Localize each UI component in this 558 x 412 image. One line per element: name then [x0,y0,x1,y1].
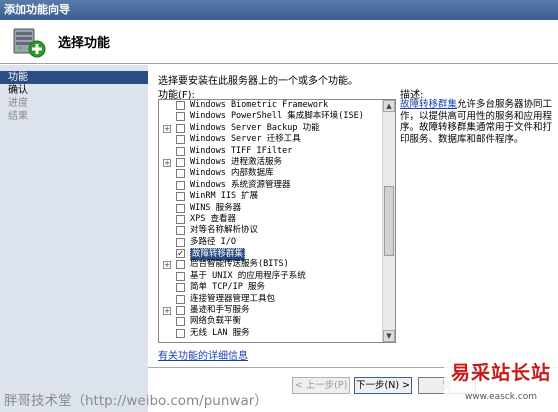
description-panel: 故障转移群集允许多台服务器协同工作，以提供高可用性的服务和应用程序。故障转移群集… [400,99,558,145]
feature-checkbox[interactable] [176,226,185,236]
next-button[interactable]: 下一步(N) > [354,377,412,394]
feature-label: Windows TIFF IFilter [190,145,293,156]
feature-row[interactable]: 多路径 I/O [159,237,383,248]
wizard-header: 选择功能 [0,20,558,64]
feature-checkbox[interactable] [176,260,185,270]
feature-checkbox[interactable]: ✓ [176,249,185,259]
feature-row[interactable]: 对等名称解析协议 [159,225,383,236]
feature-checkbox[interactable] [176,180,185,190]
step-features[interactable]: 功能 [0,71,148,84]
feature-checkbox[interactable] [176,271,185,281]
server-add-feature-icon [13,28,46,58]
feature-row[interactable]: + 墨迹和手写服务 [159,305,383,316]
feature-checkbox[interactable] [176,101,185,110]
feature-label: Windows 进程激活服务 [190,156,282,167]
feature-row[interactable]: + Windows 进程激活服务 [159,157,383,168]
step-results: 结果 [8,111,28,122]
feature-row[interactable]: Windows 内部数据库 [159,168,383,179]
scroll-thumb[interactable] [384,186,394,256]
feature-checkbox[interactable] [176,317,185,327]
feature-row[interactable]: Windows Server 迁移工具 [159,134,383,145]
feature-row[interactable]: 连接管理器管理工具包 [159,294,383,305]
feature-label: 墨迹和手写服务 [190,305,250,316]
feature-row[interactable]: 基于 UNIX 的应用程序子系统 [159,271,383,282]
window-title: 添加功能向导 [4,3,70,16]
step-confirm[interactable]: 确认 [0,84,148,97]
logo-title: 易采站长站 [450,362,551,384]
feature-checkbox[interactable] [176,146,185,156]
logo-url: www.easck.com [464,392,538,402]
features-rows: Windows Biometric Framework Windows Power… [159,100,383,339]
feature-label: Windows Server 迁移工具 [190,134,301,145]
plus-box-icon[interactable]: + [163,261,171,270]
feature-label: 对等名称解析协议 [190,225,259,236]
check-icon: ✓ [177,249,184,259]
feature-checkbox[interactable] [176,135,185,145]
wizard-steps-sidebar: 功能 确认 进度 结果 [0,65,148,412]
feature-checkbox[interactable] [176,306,185,316]
feature-row[interactable]: Windows 系统资源管理器 [159,180,383,191]
scroll-up-arrow-icon[interactable]: ▲ [383,100,395,112]
plus-box-icon[interactable]: + [163,124,171,133]
feature-row[interactable]: WinRM IIS 扩展 [159,191,383,202]
feature-label: WinRM IIS 扩展 [190,191,259,202]
feature-checkbox[interactable] [176,283,185,293]
feature-row[interactable]: XPS 查看器 [159,214,383,225]
watermark-logo: 易采站长站 www.easck.com [444,354,558,412]
feature-row[interactable]: Windows PowerShell 集成脚本环境(ISE) [159,111,383,122]
feature-checkbox[interactable] [176,237,185,247]
instruction-text: 选择要安装在此服务器上的一个或多个功能。 [158,76,358,87]
feature-row[interactable]: 网络负载平衡 [159,316,383,327]
back-button[interactable]: < 上一步(P) [292,377,350,394]
feature-checkbox[interactable] [176,192,185,202]
page-title: 选择功能 [58,36,111,51]
more-info-link[interactable]: 有关功能的详细信息 [158,347,248,362]
feature-checkbox[interactable] [176,214,185,224]
watermark-text: 胖哥技术堂（http://weibo.com/punwar） [4,393,268,409]
feature-checkbox[interactable] [176,203,185,213]
feature-label: Windows 系统资源管理器 [190,179,291,190]
feature-checkbox[interactable] [176,112,185,122]
feature-checkbox[interactable] [176,294,185,304]
feature-row[interactable]: Windows Biometric Framework [159,100,383,111]
feature-label: 连接管理器管理工具包 [190,293,276,304]
feature-row[interactable]: WINS 服务器 [159,203,383,214]
feature-row[interactable]: 无线 LAN 服务 [159,328,383,339]
plus-box-icon[interactable]: + [163,307,171,316]
window-title-bar: 添加功能向导 [0,0,558,20]
feature-label: 无线 LAN 服务 [190,327,250,338]
feature-row[interactable]: Windows TIFF IFilter [159,146,383,157]
plus-box-icon[interactable]: + [163,158,171,167]
feature-label: 网络负载平衡 [190,316,242,327]
feature-label: 后台智能传送服务(BITS) [190,259,289,270]
feature-row[interactable]: 简单 TCP/IP 服务 [159,282,383,293]
feature-label: 多路径 I/O [190,236,236,247]
feature-label: Windows Biometric Framework [190,100,329,110]
feature-label: Windows PowerShell 集成脚本环境(ISE) [190,111,364,122]
feature-checkbox[interactable] [176,123,185,133]
feature-row[interactable]: ✓ 故障转移群集 [159,248,383,262]
scroll-down-arrow-icon[interactable]: ▼ [383,330,395,342]
feature-checkbox[interactable] [176,169,185,179]
feature-checkbox[interactable] [176,157,185,167]
feature-label: Windows Server Backup 功能 [190,122,320,133]
feature-label: 基于 UNIX 的应用程序子系统 [190,270,306,281]
feature-label: XPS 查看器 [190,213,236,224]
features-scrollbar[interactable]: ▲ ▼ [382,100,395,342]
feature-label: Windows 内部数据库 [190,168,274,179]
description-feature-link[interactable]: 故障转移群集 [400,99,457,110]
features-tree-list[interactable]: Windows Biometric Framework Windows Power… [158,99,396,343]
step-progress: 进度 [8,98,28,109]
feature-row[interactable]: + 后台智能传送服务(BITS) [159,259,383,270]
feature-checkbox[interactable] [176,328,185,338]
feature-label: WINS 服务器 [190,202,242,213]
feature-label: 简单 TCP/IP 服务 [190,282,265,293]
feature-row[interactable]: + Windows Server Backup 功能 [159,123,383,134]
